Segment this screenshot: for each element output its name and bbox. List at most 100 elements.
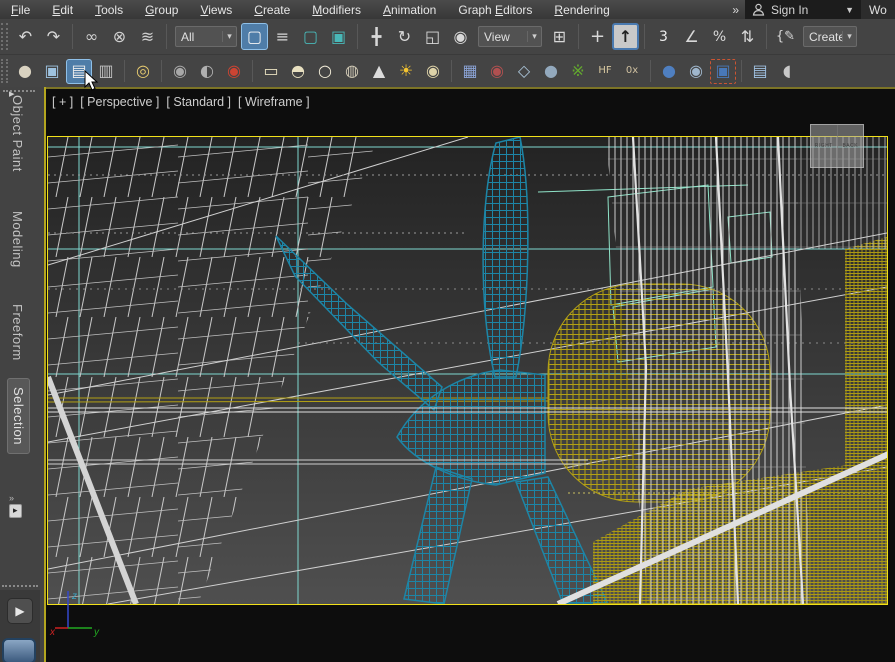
redo-button[interactable]: ↷: [40, 23, 67, 50]
clipped-blue-button[interactable]: [2, 638, 36, 662]
window-crossing-toggle[interactable]: ▣: [325, 23, 352, 50]
menu-tools[interactable]: Tools: [84, 1, 134, 19]
select-and-place-icon: ◉: [454, 29, 468, 45]
toolbar-separator: [166, 24, 167, 49]
perspective-viewport[interactable]: [ + ] [ Perspective ] [ Standard ] [ Wirefr…: [44, 87, 895, 662]
hair-fur-button[interactable]: HF: [592, 59, 618, 84]
viewport-label-segment-2[interactable]: [ Standard ]: [166, 95, 231, 109]
selection-filter-dropdown[interactable]: All▾: [175, 26, 237, 47]
angle-snap-toggle[interactable]: ∠: [678, 23, 705, 50]
physical-spheres-button[interactable]: ◉: [484, 59, 510, 84]
disc-light-button[interactable]: ◉: [420, 59, 446, 84]
flyout-arrow-icon[interactable]: ▸: [9, 504, 22, 518]
expand-panel-button[interactable]: ▶: [7, 598, 33, 624]
dome-light-button[interactable]: ◓: [285, 59, 311, 84]
toolbar-grip[interactable]: [1, 23, 8, 50]
clipped-round-button[interactable]: ◖: [774, 59, 800, 84]
rectangular-selection-region-button[interactable]: ▢: [297, 23, 324, 50]
viewport-label-segment-3[interactable]: [ Wireframe ]: [238, 95, 310, 109]
unlink-selection-button[interactable]: ⊗: [106, 23, 133, 50]
menu-bar: FileEditToolsGroupViewsCreateModifiersAn…: [0, 0, 895, 19]
menu-file[interactable]: File: [0, 1, 41, 19]
rock-noise-button[interactable]: ●: [538, 59, 564, 84]
viewcube[interactable]: RIGHT BACK: [810, 124, 864, 168]
signin-caret-icon[interactable]: ▼: [845, 5, 854, 15]
spot-light-button[interactable]: ▲: [366, 59, 392, 84]
select-and-rotate-button[interactable]: ↻: [391, 23, 418, 50]
menu-animation[interactable]: Animation: [372, 1, 447, 19]
selection-filter-dropdown-arrow-icon[interactable]: ▾: [222, 31, 236, 42]
cinema-camera-button[interactable]: ◉: [221, 59, 247, 84]
named-selection-sets-dropdown[interactable]: Create ▾: [803, 26, 857, 47]
wireframe-teapot-button[interactable]: ◍: [339, 59, 365, 84]
unlink-selection-icon: ⊗: [113, 29, 126, 45]
bind-to-space-warp-button[interactable]: ≋: [134, 23, 161, 50]
viewcube-face-back[interactable]: BACK: [838, 125, 864, 167]
sidebar-divider: [2, 585, 38, 587]
percent-snap-toggle[interactable]: %: [706, 23, 733, 50]
render-setup-icon: ▤: [71, 63, 86, 79]
rendered-frame-window-button[interactable]: ▣: [39, 59, 65, 84]
sphere-light-button[interactable]: ○: [312, 59, 338, 84]
select-and-link-button[interactable]: ∞: [78, 23, 105, 50]
grass-button[interactable]: ※: [565, 59, 591, 84]
camera-button[interactable]: ◉: [167, 59, 193, 84]
use-pivot-point-center-button[interactable]: ⊞: [546, 23, 573, 50]
layer-explorer-button[interactable]: ▤: [747, 59, 773, 84]
minimize-ribbon-icon[interactable]: »: [9, 493, 14, 503]
menu-overflow-chevron[interactable]: »: [726, 3, 745, 17]
reference-coordinate-system-dropdown[interactable]: View▾: [478, 26, 542, 47]
viewcube-face-right[interactable]: RIGHT: [811, 125, 838, 167]
menu-views[interactable]: Views: [189, 1, 243, 19]
isolate-selection-button[interactable]: ▣: [710, 59, 736, 84]
material-editor-button[interactable]: ●: [656, 59, 682, 84]
render-setup-button[interactable]: ▤: [66, 59, 92, 84]
rendered-frame-window-icon: ▣: [44, 63, 59, 79]
select-and-place-button[interactable]: ◉: [447, 23, 474, 50]
snaps-toggle-3d[interactable]: 3: [650, 23, 677, 50]
safe-frame-region[interactable]: [47, 136, 888, 605]
sun-light-button[interactable]: ☀: [393, 59, 419, 84]
viewport-label-segment-0[interactable]: [ + ]: [52, 95, 73, 109]
menu-rendering[interactable]: Rendering: [543, 1, 620, 19]
menu-graph-editors[interactable]: Graph Editors: [447, 1, 543, 19]
select-by-name-button[interactable]: ≡: [269, 23, 296, 50]
light-lister-button[interactable]: ◎: [130, 59, 156, 84]
ribbon-tab-selection[interactable]: Selection: [7, 378, 30, 454]
spinner-snap-toggle[interactable]: ⇅: [734, 23, 761, 50]
rect-light-button[interactable]: ▭: [258, 59, 284, 84]
signin-control[interactable]: Sign In ▼: [745, 0, 861, 19]
render-presets-button[interactable]: ▥: [93, 59, 119, 84]
select-and-link-icon: ∞: [85, 29, 98, 45]
named-selection-sets-dropdown-arrow-icon[interactable]: ▾: [842, 31, 856, 42]
show-panel-icon[interactable]: ▸: [9, 87, 15, 100]
select-and-manipulate-button[interactable]: +: [584, 23, 611, 50]
physical-spheres-icon: ◉: [490, 63, 504, 79]
menu-modifiers[interactable]: Modifiers: [301, 1, 372, 19]
workspaces-label-partial[interactable]: Wo: [861, 0, 895, 19]
edit-named-selection-sets-button[interactable]: {✎: [772, 23, 799, 50]
select-and-rotate-icon: ↻: [398, 29, 411, 45]
menu-create[interactable]: Create: [243, 1, 301, 19]
undo-button[interactable]: ↶: [12, 23, 39, 50]
prism-button[interactable]: ◇: [511, 59, 537, 84]
viewport-label-segment-1[interactable]: [ Perspective ]: [80, 95, 159, 109]
reference-coordinate-system-dropdown-arrow-icon[interactable]: ▾: [527, 31, 541, 42]
assign-material-button[interactable]: ◉: [683, 59, 709, 84]
camera-night-button[interactable]: ◐: [194, 59, 220, 84]
select-and-scale-button[interactable]: ◱: [419, 23, 446, 50]
light-array-button[interactable]: ▦: [457, 59, 483, 84]
axis-x-label: x: [49, 627, 56, 638]
ox-map-button[interactable]: 0x: [619, 59, 645, 84]
select-and-move-button[interactable]: ╋: [363, 23, 390, 50]
keyboard-shortcut-override-toggle[interactable]: ↑: [612, 23, 639, 50]
ribbon-tab-freeform[interactable]: Freeform: [7, 296, 28, 369]
select-object-button[interactable]: ▢: [241, 23, 268, 50]
toolbar-grip[interactable]: [1, 59, 8, 84]
menu-group[interactable]: Group: [134, 1, 189, 19]
render-teapot-button[interactable]: ●: [12, 59, 38, 84]
menu-edit[interactable]: Edit: [41, 1, 84, 19]
ribbon-tab-object-paint[interactable]: Object Paint: [7, 87, 28, 180]
wireframe-scene: [48, 137, 887, 604]
ribbon-tab-modeling[interactable]: Modeling: [7, 203, 28, 276]
